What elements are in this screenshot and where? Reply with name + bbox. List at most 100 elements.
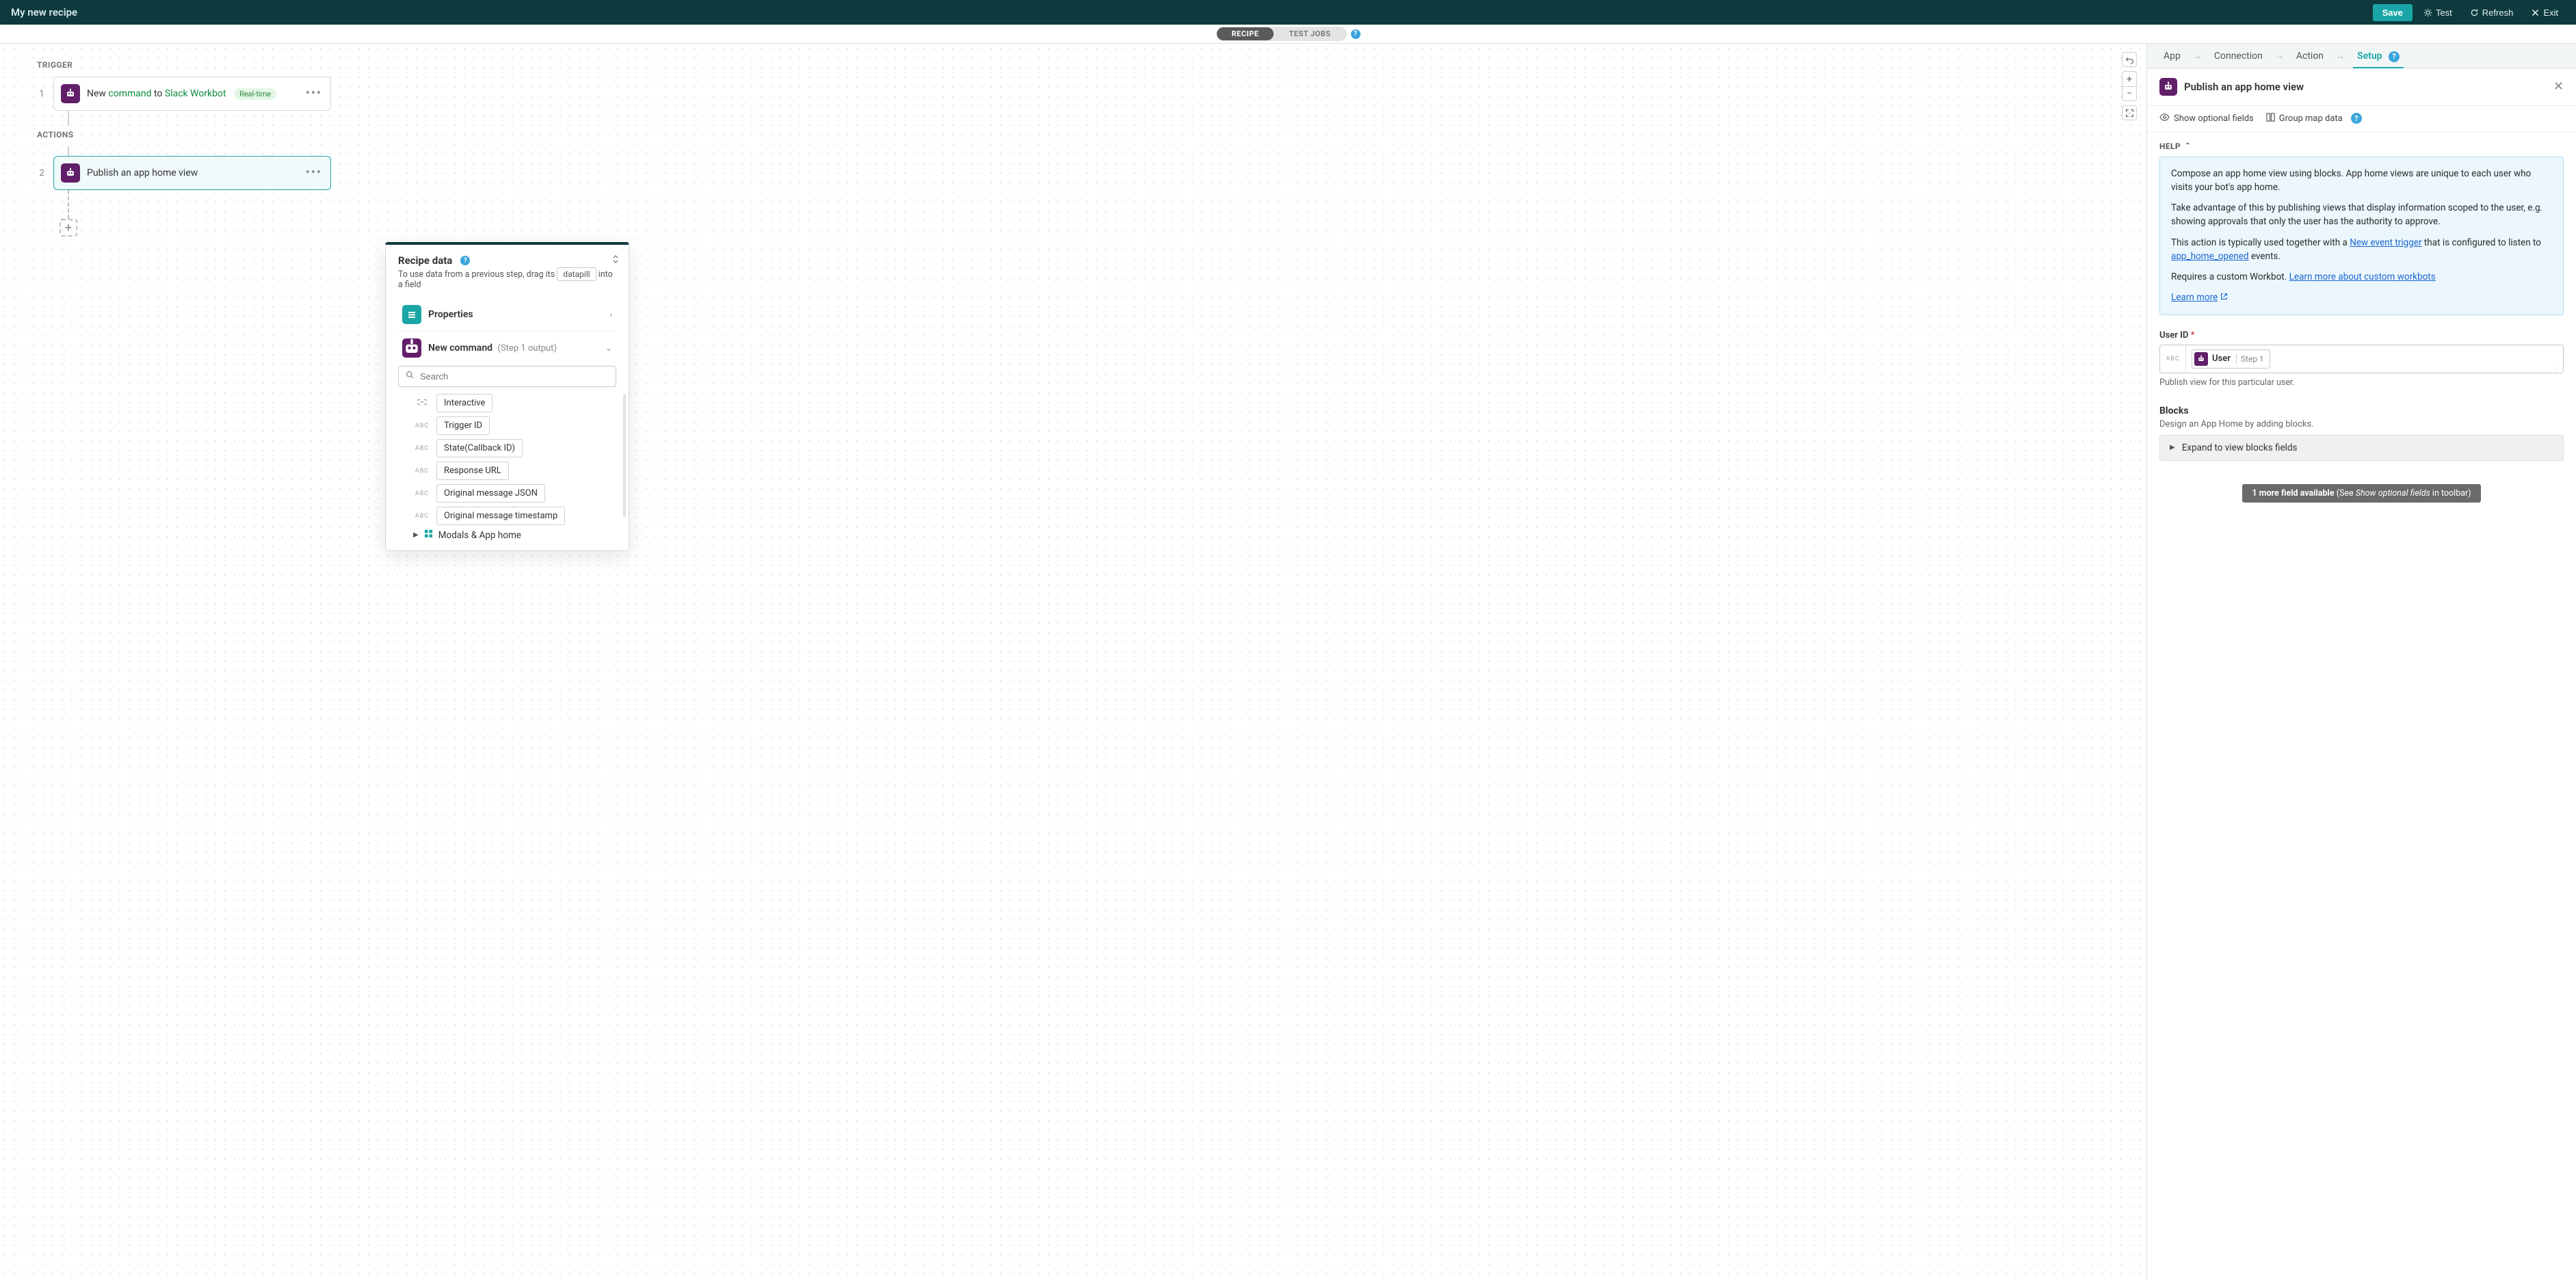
help-icon[interactable]: ?	[2351, 113, 2362, 124]
recipe-flow: TRIGGER 1 New command to Slack Workbot R…	[37, 60, 331, 237]
expand-blocks-button[interactable]: ▶ Expand to view blocks fields	[2159, 435, 2564, 461]
help-toggle[interactable]: HELP ⌃	[2159, 142, 2564, 151]
step1-output-group[interactable]: New command (Step 1 output) ⌄	[398, 331, 616, 364]
add-step-button[interactable]: +	[60, 219, 77, 237]
user-id-field: User ID * ABC User Step 1 ⋰ Publish view…	[2159, 330, 2564, 388]
help-icon[interactable]: ?	[1351, 29, 1361, 39]
top-header: My new recipe Save Test Refresh Exit	[0, 0, 2576, 25]
help-icon[interactable]: ?	[460, 256, 470, 265]
datapill-chip[interactable]: Original message timestamp	[436, 507, 565, 525]
close-icon[interactable]: ✕	[2553, 79, 2564, 94]
canvas-controls: + −	[2122, 52, 2137, 120]
step-1-row: 1 New command to Slack Workbot Real-time…	[37, 77, 331, 111]
field-help: Publish view for this particular user.	[2159, 377, 2564, 388]
step-1-card[interactable]: New command to Slack Workbot Real-time •…	[53, 77, 331, 111]
tab-connection[interactable]: Connection	[2210, 45, 2267, 67]
datapill-chip[interactable]: Original message JSON	[436, 484, 545, 503]
workbot-icon	[2159, 78, 2177, 96]
type-abc-icon: ABC	[413, 513, 431, 520]
side-panel: App → Connection → Action → Setup ? Publ…	[2146, 44, 2576, 1280]
zoom-in-button[interactable]: +	[2122, 71, 2137, 86]
slack-workbot-link[interactable]: Slack Workbot	[165, 88, 226, 99]
main-area: + − TRIGGER 1 New command to Slack Workb…	[0, 44, 2576, 1280]
new-event-trigger-link[interactable]: New event trigger	[2350, 237, 2421, 248]
datapill-tree: Interactive ABC Trigger ID ABC State(Cal…	[398, 394, 616, 541]
type-abc-icon: ABC	[413, 468, 431, 475]
connector-line	[68, 146, 69, 156]
close-icon	[2531, 8, 2540, 17]
test-button[interactable]: Test	[2417, 4, 2459, 21]
learn-more-link[interactable]: Learn more	[2171, 291, 2228, 304]
header-actions: Save Test Refresh Exit	[2373, 4, 2565, 21]
step-number: 1	[37, 89, 47, 99]
datapill-chip[interactable]: Response URL	[436, 462, 509, 480]
user-id-input[interactable]: ABC User Step 1 ⋰	[2159, 345, 2564, 373]
real-time-badge: Real-time	[234, 88, 276, 100]
step-more-icon[interactable]: •••	[306, 167, 322, 179]
tab-recipe[interactable]: RECIPE	[1217, 27, 1274, 40]
scrollbar[interactable]	[623, 394, 626, 517]
tab-app[interactable]: App	[2159, 45, 2185, 67]
recipe-data-body: Properties › New command (Step 1 output)…	[386, 295, 629, 550]
datapill-item[interactable]: ABC Trigger ID	[413, 416, 616, 435]
undo-button[interactable]	[2122, 52, 2137, 67]
field-label: User ID *	[2159, 330, 2564, 341]
expand-collapse-icon[interactable]	[612, 254, 619, 267]
properties-group[interactable]: Properties ›	[398, 298, 616, 331]
side-title: Publish an app home view	[2184, 81, 2547, 93]
resize-handle-icon[interactable]: ⋰	[2555, 364, 2563, 373]
eye-icon	[2159, 114, 2170, 124]
step-2-row: 2 Publish an app home view •••	[37, 156, 331, 190]
type-link-icon	[413, 399, 431, 408]
refresh-button[interactable]: Refresh	[2463, 4, 2521, 21]
command-link[interactable]: command	[108, 88, 151, 99]
group-map-data[interactable]: Group map data ?	[2266, 113, 2362, 124]
columns-icon	[2266, 113, 2275, 124]
required-star: *	[2191, 330, 2195, 341]
help-icon[interactable]: ?	[2389, 51, 2400, 62]
tab-setup[interactable]: Setup ?	[2353, 45, 2404, 68]
recipe-data-title: Recipe data ?	[398, 254, 616, 267]
connector-line	[68, 190, 69, 219]
fit-view-button[interactable]	[2122, 105, 2137, 120]
type-abc-icon: ABC	[413, 445, 431, 452]
side-toolbar: Show optional fields Group map data ?	[2147, 106, 2576, 132]
tab-test-jobs[interactable]: TEST JOBS	[1274, 27, 1345, 40]
app-home-opened-link[interactable]: app_home_opened	[2171, 251, 2248, 262]
step-2-text: Publish an app home view	[87, 168, 198, 178]
datapill-item[interactable]: Interactive	[413, 394, 616, 412]
zoom-out-button[interactable]: −	[2122, 86, 2137, 101]
arrow-right-icon: →	[2275, 51, 2284, 62]
step-2-card[interactable]: Publish an app home view •••	[53, 156, 331, 190]
chevron-up-icon: ⌃	[2185, 142, 2191, 150]
modals-subgroup[interactable]: ▶ Modals & App home	[413, 529, 616, 541]
step-more-icon[interactable]: •••	[306, 88, 322, 100]
show-optional-fields[interactable]: Show optional fields	[2159, 114, 2254, 124]
actions-label: ACTIONS	[37, 130, 331, 139]
blocks-desc: Design an App Home by adding blocks.	[2159, 419, 2564, 429]
recipe-title: My new recipe	[11, 6, 77, 18]
datapill-chip[interactable]: State(Callback ID)	[436, 439, 523, 457]
search-icon	[406, 371, 415, 382]
datapill-item[interactable]: ABC Original message JSON	[413, 484, 616, 503]
datapill-item[interactable]: ABC Original message timestamp	[413, 507, 616, 525]
datapill-search[interactable]	[398, 366, 616, 387]
workbot-icon	[2194, 352, 2208, 366]
datapill-chip[interactable]: Interactive	[436, 394, 492, 412]
save-button[interactable]: Save	[2373, 4, 2413, 21]
tab-pills: RECIPE TEST JOBS	[1216, 27, 1347, 41]
datapill-item[interactable]: ABC State(Callback ID)	[413, 439, 616, 457]
workbot-icon	[61, 163, 80, 183]
gear-icon	[2423, 8, 2432, 17]
search-input[interactable]	[420, 371, 609, 382]
blocks-field: Blocks Design an App Home by adding bloc…	[2159, 405, 2564, 461]
arrow-right-icon: →	[2336, 51, 2345, 62]
custom-workbots-link[interactable]: Learn more about custom workbots	[2289, 271, 2436, 282]
user-datapill[interactable]: User Step 1	[2192, 349, 2270, 369]
arrow-right-icon: →	[2193, 51, 2202, 62]
tab-action[interactable]: Action	[2292, 45, 2328, 67]
datapill-chip[interactable]: Trigger ID	[436, 416, 490, 435]
exit-button[interactable]: Exit	[2524, 4, 2565, 21]
type-abc-icon: ABC	[413, 490, 431, 497]
datapill-item[interactable]: ABC Response URL	[413, 462, 616, 480]
